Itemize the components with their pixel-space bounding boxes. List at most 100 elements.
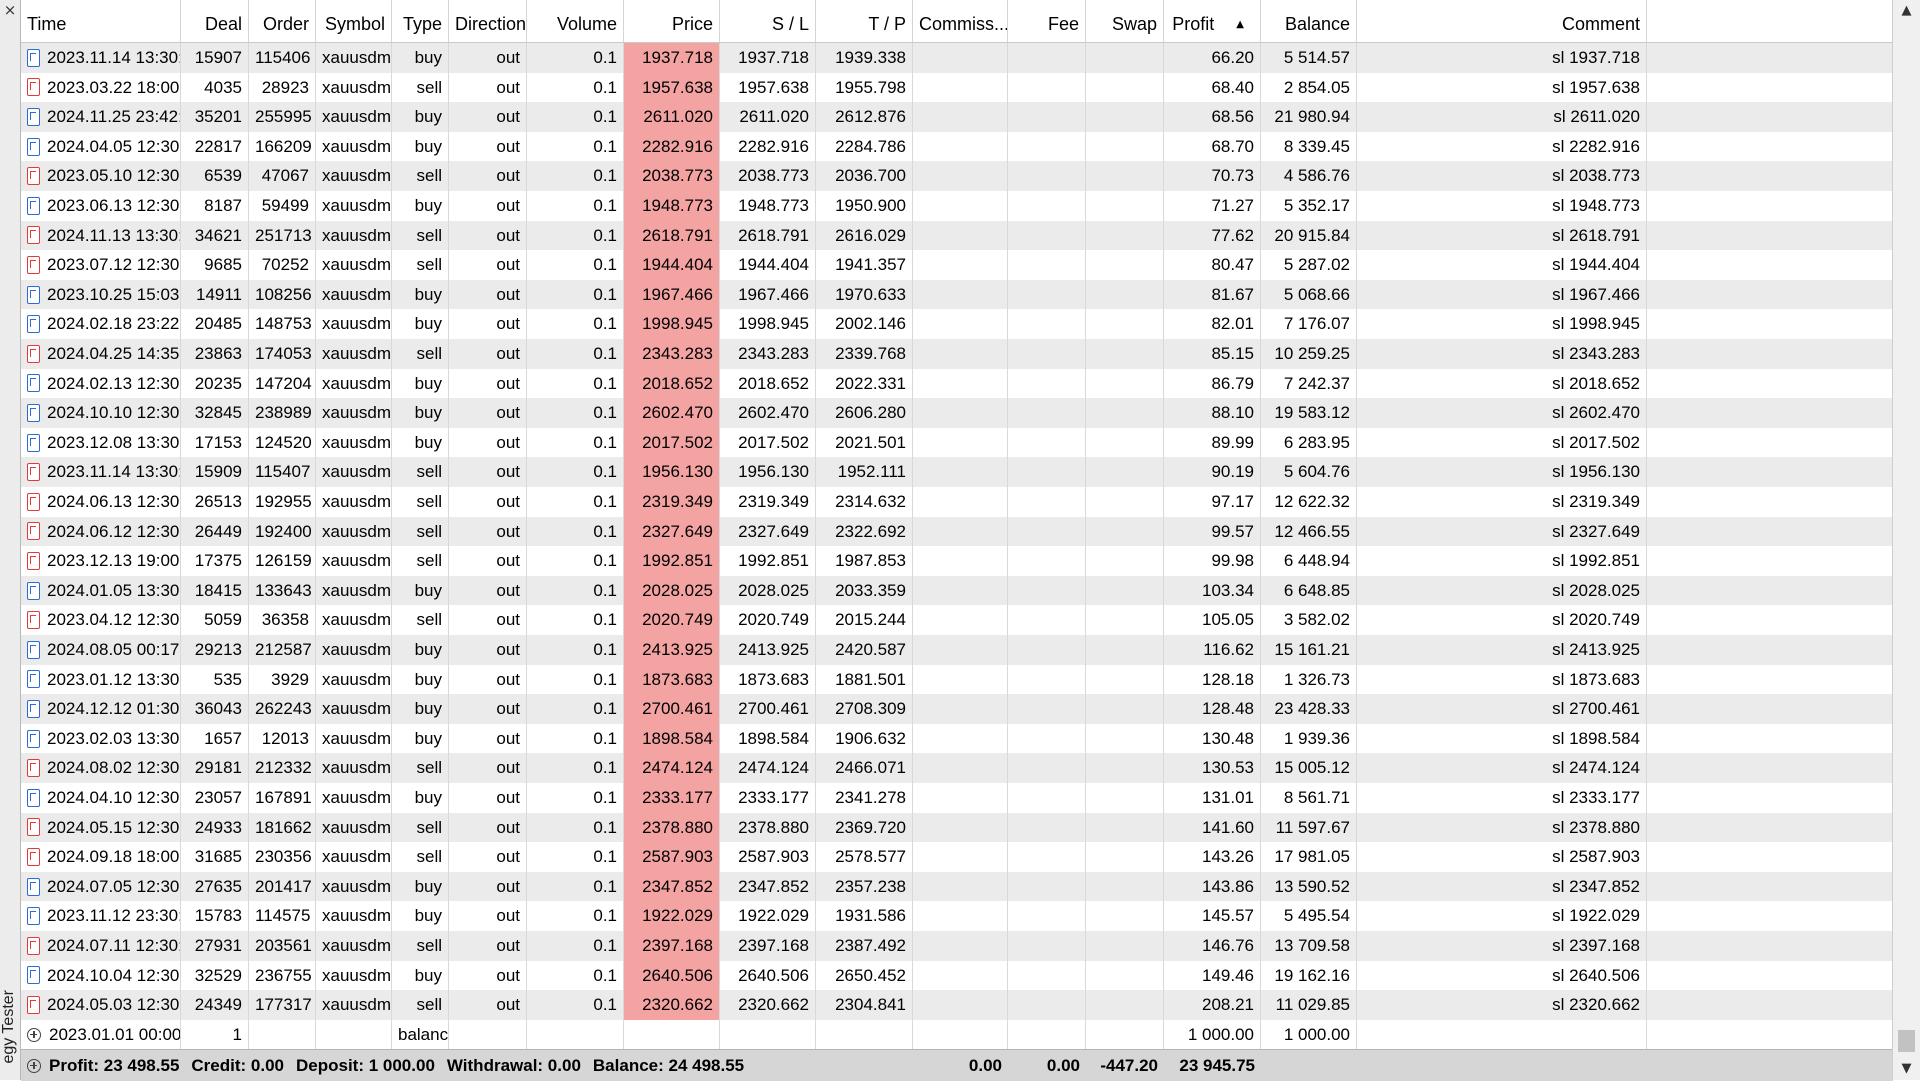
table-row[interactable]: 2023.11.14 13:30:59 15909 115407 xauusdm sel… [21, 457, 1893, 487]
column-header-label: Symbol [324, 14, 385, 34]
table-row[interactable]: 2024.11.25 23:42:59 35201 255995 xauusdm buy… [21, 102, 1893, 132]
cell-price: 1967.466 [624, 279, 720, 310]
table-row[interactable]: 2023.10.25 15:03:59 14911 108256 xauusdm buy… [21, 279, 1893, 310]
cell-swap [1086, 605, 1164, 635]
cell-price-value: 2413.925 [642, 640, 713, 659]
column-header-sl[interactable]: S / L [720, 0, 816, 42]
table-row[interactable]: 2024.08.05 00:17:59 29213 212587 xauusdm buy… [21, 635, 1893, 665]
table-row[interactable]: 2024.05.03 12:30:59 24349 177317 xauusdm sel… [21, 990, 1893, 1020]
column-header-order[interactable]: Order [249, 0, 316, 42]
cell-swap [1086, 990, 1164, 1020]
cell-type-value: sell [416, 77, 442, 97]
cell-volume-value: 0.1 [593, 610, 617, 630]
table-row[interactable]: 2023.07.12 12:30:59 9685 70252 xauusdm sell o… [21, 250, 1893, 280]
cell-comment-value: sl 2413.925 [1552, 640, 1640, 659]
table-row[interactable]: 2024.04.25 14:35:59 23863 174053 xauusdm sel… [21, 339, 1893, 369]
table-row[interactable]: 2024.10.10 12:30:40 32845 238989 xauusdm buy… [21, 398, 1893, 428]
buy-deal-icon [27, 788, 40, 807]
cell-order: 167891 [249, 783, 316, 813]
cell-price: 1957.638 [624, 72, 720, 103]
table-row[interactable]: 2024.04.05 12:30:59 22817 166209 xauusdm buy… [21, 131, 1893, 162]
cell-deal: 1657 [181, 723, 249, 754]
buy-deal-icon [27, 640, 40, 659]
scroll-up-arrow-icon[interactable]: ▲ [1893, 0, 1920, 22]
table-row[interactable]: 2024.10.04 12:30:59 32529 236755 xauusdm buy… [21, 960, 1893, 991]
cell-balance: 11 597.67 [1261, 812, 1357, 843]
table-row[interactable]: 2023.01.12 13:30:59 535 3929 xauusdm buy out 0… [21, 664, 1893, 695]
column-header-type[interactable]: Type [392, 0, 449, 42]
column-header-symbol[interactable]: Symbol [316, 0, 392, 42]
column-header-volume[interactable]: Volume [527, 0, 624, 42]
table-row[interactable]: 2024.09.18 18:00:59 31685 230356 xauusdm sel… [21, 842, 1893, 872]
cell-price: 2618.791 [624, 220, 720, 251]
balance-cell-order [249, 1019, 316, 1050]
column-header-time[interactable]: Time [21, 0, 181, 42]
table-row[interactable]: 2024.12.12 01:30:59 36043 262243 xauusdm buy… [21, 694, 1893, 724]
table-row[interactable]: 2024.07.05 12:30:59 27635 201417 xauusdm buy… [21, 871, 1893, 902]
column-header-comment[interactable]: Comment [1357, 0, 1647, 42]
cell-tp-value: 1970.633 [835, 284, 906, 304]
table-row[interactable]: 2024.11.13 13:30:59 34621 251713 xauusdm sel… [21, 220, 1893, 251]
scroll-thumb[interactable] [1898, 1030, 1915, 1052]
table-row[interactable]: 2023.02.03 13:30:59 1657 12013 xauusdm buy ou… [21, 723, 1893, 754]
column-header-balance[interactable]: Balance [1261, 0, 1357, 42]
table-row[interactable]: 2023.06.13 12:30:40 8187 59499 xauusdm buy ou… [21, 191, 1893, 221]
expand-plus-icon[interactable] [27, 1027, 41, 1042]
cell-tp: 2650.452 [816, 960, 913, 991]
column-header-price[interactable]: Price [624, 0, 720, 42]
table-row[interactable]: 2024.07.11 12:30:59 27931 203561 xauusdm sel… [21, 931, 1893, 961]
cell-deal: 29213 [181, 635, 249, 665]
cell-profit: 208.21 [1164, 990, 1261, 1020]
column-header-direction[interactable]: Direction [449, 0, 527, 42]
vertical-scrollbar[interactable]: ▲ ▼ [1892, 0, 1920, 1080]
balance-row[interactable]: 2023.01.01 00:00:00 1 balance 1 000.00 1 000… [21, 1019, 1893, 1050]
table-row[interactable]: 2024.04.10 12:30:59 23057 167891 xauusdm buy… [21, 783, 1893, 813]
strategy-tester-tab-label[interactable]: egy Tester [0, 990, 20, 1070]
column-header-profit[interactable]: Profit ▲ [1164, 0, 1261, 42]
cell-order: 108256 [249, 279, 316, 310]
table-row[interactable]: 2023.12.08 13:30:59 17153 124520 xauusdm buy… [21, 427, 1893, 458]
cell-volume: 0.1 [527, 871, 624, 902]
expand-plus-icon[interactable] [27, 1058, 41, 1073]
cell-tp-value: 1950.900 [835, 196, 906, 215]
table-row[interactable]: 2024.05.15 12:30:59 24933 181662 xauusdm sel… [21, 812, 1893, 843]
cell-profit-value: 81.67 [1211, 284, 1254, 304]
table-row[interactable]: 2024.08.02 12:30:59 29181 212332 xauusdm sel… [21, 753, 1893, 783]
sell-deal-icon [27, 936, 40, 955]
table-row[interactable]: 2024.06.12 12:30:59 26449 192400 xauusdm sel… [21, 516, 1893, 547]
column-header-commission[interactable]: Commiss... [913, 0, 1008, 42]
cell-direction: out [449, 368, 527, 399]
buy-deal-icon [27, 907, 40, 926]
cell-deal: 26513 [181, 487, 249, 517]
table-row[interactable]: 2024.06.13 12:30:59 26513 192955 xauusdm sel… [21, 487, 1893, 517]
cell-direction: out [449, 250, 527, 280]
table-row[interactable]: 2024.02.18 23:22:59 20485 148753 xauusdm buy… [21, 309, 1893, 339]
cell-symbol: xauusdm [316, 575, 392, 606]
cell-balance-value: 15 161.21 [1274, 640, 1350, 659]
table-row[interactable]: 2023.03.22 18:00:59 4035 28923 xauusdm sell o… [21, 72, 1893, 103]
column-header-deal[interactable]: Deal [181, 0, 249, 42]
table-row[interactable]: 2024.02.13 12:30:59 20235 147204 xauusdm buy… [21, 368, 1893, 399]
table-row[interactable]: 2023.11.12 23:30:59 15783 114575 xauusdm buy… [21, 901, 1893, 931]
column-header-fee[interactable]: Fee [1008, 0, 1086, 42]
table-row[interactable]: 2023.11.14 13:30:40 15907 115406 xauusdm buy… [21, 43, 1893, 73]
cell-profit-value: 145.57 [1202, 906, 1254, 926]
cell-order: 126159 [249, 546, 316, 576]
table-row[interactable]: 2023.04.12 12:30:59 5059 36358 xauusdm sell o… [21, 605, 1893, 635]
scroll-down-arrow-icon[interactable]: ▼ [1893, 1058, 1920, 1080]
cell-deal: 20235 [181, 368, 249, 399]
cell-price-value: 1957.638 [642, 77, 713, 97]
column-header-swap[interactable]: Swap [1086, 0, 1164, 42]
cell-price: 2347.852 [624, 871, 720, 902]
cell-price-value: 2333.177 [642, 788, 713, 807]
table-row[interactable]: 2023.05.10 12:30:59 6539 47067 xauusdm sell o… [21, 161, 1893, 191]
cell-profit: 105.05 [1164, 605, 1261, 635]
cell-profit-value: 88.10 [1211, 403, 1254, 423]
table-row[interactable]: 2024.01.05 13:30:59 18415 133643 xauusdm buy… [21, 575, 1893, 606]
table-row[interactable]: 2023.12.13 19:00:59 17375 126159 xauusdm sel… [21, 546, 1893, 576]
cell-volume-value: 0.1 [593, 77, 617, 97]
close-icon[interactable]: × [2, 2, 18, 20]
column-header-tp[interactable]: T / P [816, 0, 913, 42]
balance-cell-deal-value: 1 [232, 1024, 242, 1044]
sell-deal-icon [27, 522, 40, 541]
